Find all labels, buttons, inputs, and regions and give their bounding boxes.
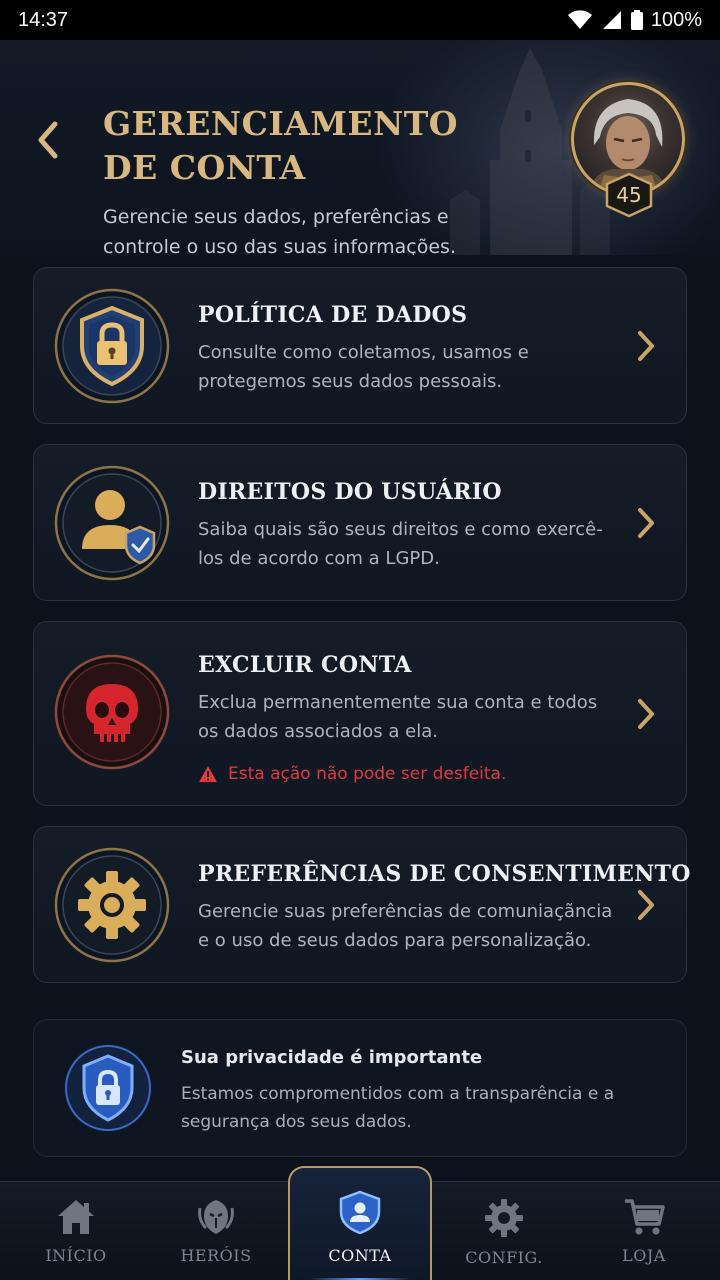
card-description: Exclua permanentemente sua conta e todos… (198, 692, 598, 742)
shield-lock-icon (54, 288, 170, 404)
privacy-shield-icon (56, 1036, 160, 1140)
level-number: 45 (616, 183, 642, 207)
back-button[interactable] (28, 118, 68, 162)
card-title: POLÍTICA DE DADOS (198, 302, 468, 328)
delete-warning: Esta ação não pode ser desfeita. (198, 764, 506, 784)
gear-icon (54, 847, 170, 963)
data-policy-card[interactable]: POLÍTICA DE DADOS Consulte como coletamo… (33, 267, 687, 424)
account-shield-icon (339, 1190, 381, 1234)
card-title: PREFERÊNCIAS DE CONSENTIMENTO (198, 861, 691, 887)
chevron-right-icon (632, 505, 660, 541)
warning-text: Esta ação não pode ser desfeita. (228, 764, 507, 784)
nav-home[interactable]: INÍCIO (4, 1182, 148, 1280)
status-icons: 100% (567, 9, 702, 32)
status-bar: 14:37 100% (0, 0, 720, 40)
privacy-title: Sua privacidade é importante (181, 1047, 483, 1068)
card-description: Saiba quais são seus direitos e como exe… (198, 519, 603, 569)
card-title: DIREITOS DO USUÁRIO (198, 479, 502, 505)
card-description: Consulte como coletamos, usamos e proteg… (198, 342, 529, 392)
chevron-left-icon (38, 121, 58, 159)
level-badge: 45 (604, 172, 654, 218)
heroes-icon (198, 1200, 234, 1234)
battery-level: 100% (650, 8, 702, 31)
home-icon (58, 1200, 94, 1234)
user-rights-card[interactable]: DIREITOS DO USUÁRIO Saiba quais são seus… (33, 444, 687, 601)
card-title: EXCLUIR CONTA (198, 652, 412, 678)
gear-icon (485, 1199, 523, 1237)
delete-account-card[interactable]: EXCLUIR CONTA Exclua permanentemente sua… (33, 621, 687, 806)
warning-icon (199, 766, 217, 782)
card-description: Gerencie suas preferências de comuniaçãn… (198, 901, 613, 951)
bottom-navigation: INÍCIO HERÓIS CONTA CONFIG. LOJA (0, 1166, 720, 1280)
nav-label: CONFIG. (465, 1248, 543, 1267)
cart-icon (625, 1199, 665, 1235)
wifi-icon (567, 10, 592, 29)
nav-label: CONTA (328, 1246, 392, 1265)
user-check-icon (54, 465, 170, 581)
nav-account[interactable]: CONTA (288, 1166, 432, 1280)
nav-label: HERÓIS (180, 1246, 252, 1265)
nav-settings[interactable]: CONFIG. (432, 1182, 576, 1280)
nav-label: INÍCIO (45, 1246, 107, 1265)
signal-icon (602, 11, 621, 29)
page-title: GERENCIAMENTO DE CONTA (103, 104, 459, 187)
privacy-note: Sua privacidade é importante Estamos com… (33, 1019, 687, 1157)
nav-label: LOJA (622, 1246, 666, 1265)
privacy-description: Estamos compromentidos com a transparênc… (181, 1084, 615, 1132)
chevron-right-icon (632, 887, 660, 923)
nav-heroes[interactable]: HERÓIS (144, 1182, 288, 1280)
nav-shop[interactable]: LOJA (572, 1182, 716, 1280)
status-time: 14:37 (18, 8, 69, 31)
skull-icon (54, 654, 170, 770)
chevron-right-icon (632, 328, 660, 364)
page-subtitle: Gerencie seus dados, preferências e cont… (103, 206, 456, 255)
consent-preferences-card[interactable]: PREFERÊNCIAS DE CONSENTIMENTO Gerencie s… (33, 826, 690, 983)
battery-icon (630, 10, 643, 30)
chevron-right-icon (632, 696, 660, 732)
